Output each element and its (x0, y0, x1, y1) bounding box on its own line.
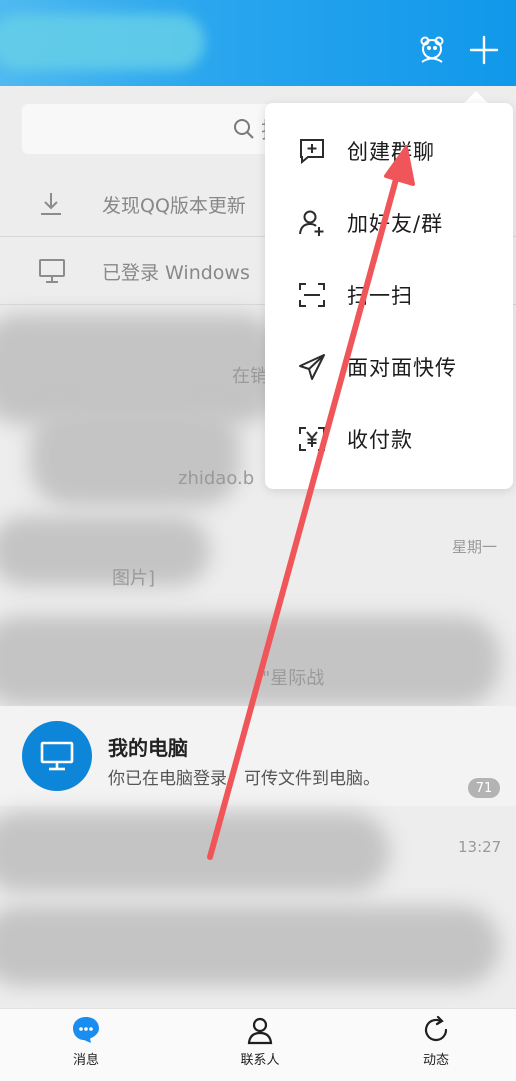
blurred-chat-content (30, 406, 240, 506)
menu-scan[interactable]: 扫一扫 (265, 259, 513, 331)
unread-badge: 71 (468, 778, 500, 798)
paper-plane-icon (295, 350, 329, 384)
chat-time: 星期一 (452, 538, 498, 556)
blurred-chat-avatar (0, 516, 210, 586)
pc-avatar-icon (22, 721, 92, 791)
mascot-avatar-icon[interactable] (412, 30, 452, 70)
create-group-icon (295, 134, 329, 168)
my-pc-chat[interactable]: 我的电脑 你已在电脑登录，可传文件到电脑。 (0, 706, 516, 806)
chat-snippet: "星际战 (262, 668, 325, 689)
plus-popup-menu: 创建群聊 加好友/群 扫一扫 面对面快传 收付款 (265, 103, 513, 489)
contacts-icon (245, 1014, 275, 1046)
menu-label: 面对面快传 (347, 356, 457, 380)
blurred-chat-row (0, 616, 500, 706)
my-pc-title: 我的电脑 (108, 736, 188, 760)
download-icon (38, 191, 74, 217)
tab-label: 动态 (422, 1053, 449, 1068)
menu-label: 收付款 (347, 428, 413, 452)
menu-add-friend[interactable]: 加好友/群 (265, 187, 513, 259)
chat-snippet: 在销 (232, 366, 268, 387)
menu-label: 创建群聊 (347, 140, 435, 164)
plus-icon[interactable] (464, 30, 504, 70)
blurred-account-name (0, 14, 205, 70)
add-friend-icon (295, 206, 329, 240)
menu-label: 加好友/群 (347, 212, 444, 236)
menu-face-to-face-transfer[interactable]: 面对面快传 (265, 331, 513, 403)
menu-payment[interactable]: 收付款 (265, 403, 513, 475)
bottom-tab-bar: 消息 联系人 动态 (0, 1008, 516, 1081)
tab-contacts[interactable]: 联系人 (200, 1009, 320, 1081)
monitor-icon (38, 258, 74, 284)
chat-time: 13:27 (458, 838, 502, 856)
blurred-chat-row (0, 812, 390, 892)
menu-label: 扫一扫 (347, 284, 413, 308)
chat-snippet: zhidao.b (178, 468, 255, 489)
tab-messages[interactable]: 消息 (26, 1009, 146, 1081)
chat-snippet: 图片] (112, 568, 156, 589)
payment-icon (295, 422, 329, 456)
blurred-chat-row (0, 906, 500, 986)
menu-create-group[interactable]: 创建群聊 (265, 115, 513, 187)
tab-label: 消息 (72, 1053, 99, 1068)
login-notice-label: 已登录 Windows (102, 261, 250, 284)
tab-label: 联系人 (240, 1053, 280, 1068)
chat-bubble-icon (71, 1014, 101, 1046)
refresh-icon (421, 1014, 451, 1046)
top-header (0, 0, 516, 86)
search-icon (233, 118, 255, 140)
update-notice-label: 发现QQ版本更新 (102, 194, 246, 217)
tab-moments[interactable]: 动态 (376, 1009, 496, 1081)
scan-icon (295, 278, 329, 312)
my-pc-subtitle: 你已在电脑登录，可传文件到电脑。 (108, 769, 380, 789)
